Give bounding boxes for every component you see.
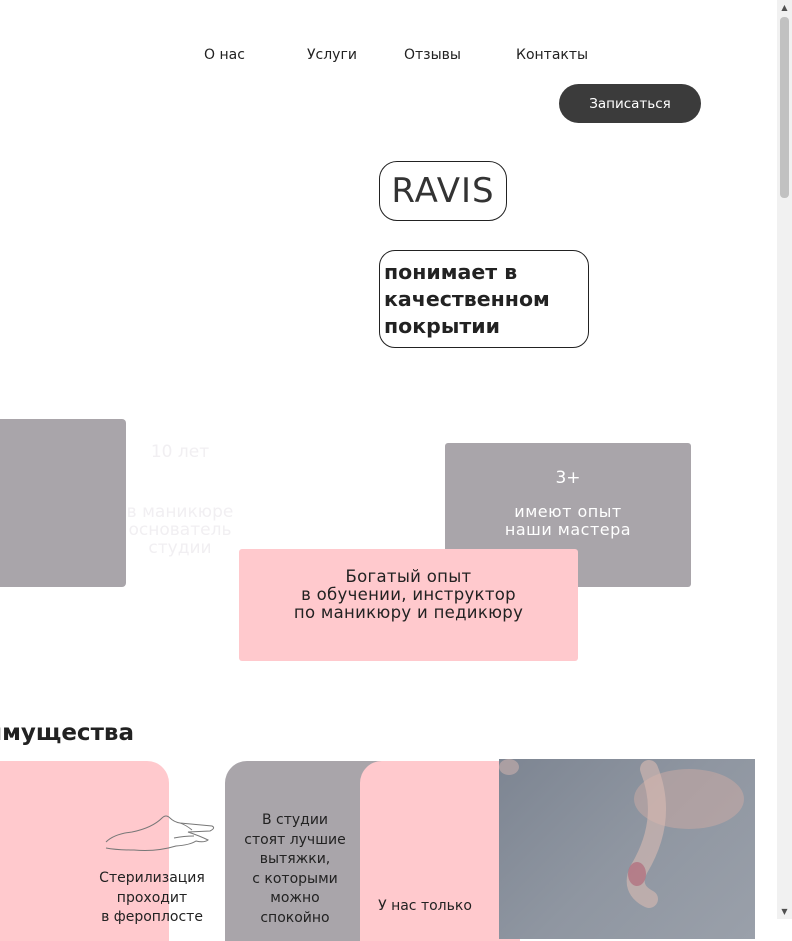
nav-about[interactable]: О нас (204, 47, 245, 63)
card-line: В студии (261, 812, 329, 828)
stat-left-line: основатель (128, 520, 232, 540)
advantages-title: имущества (0, 720, 134, 746)
scroll-down-icon[interactable]: ▼ (777, 904, 792, 919)
experience-line: Богатый опыт (345, 567, 472, 586)
blurred-hand-image (499, 759, 744, 908)
nav-contacts[interactable]: Контакты (516, 47, 588, 63)
scrollbar-thumb[interactable] (780, 17, 789, 198)
hand-line-icon (105, 815, 215, 851)
card-line: с которыми (252, 870, 338, 887)
card-line: спокойно (260, 909, 330, 926)
stat-left-line: студии (148, 538, 212, 558)
stat-left-number: 10 лет (150, 442, 210, 462)
stat-left-line: в маникюре (126, 502, 234, 522)
card-ventilation-text: В студии стоят лучшие вытяжки, с которым… (232, 811, 358, 928)
card-line: Стерилизация (99, 870, 205, 886)
hero-tagline: понимает в качественном покрытии (379, 250, 589, 348)
stat-masters-number: 3+ (555, 468, 581, 488)
card-line: стоят лучшие (244, 831, 346, 848)
card-line: вытяжки, (259, 851, 331, 867)
stat-card-left-bg (0, 419, 126, 587)
hand-photo (499, 759, 755, 939)
scroll-up-icon[interactable]: ▲ (777, 0, 792, 15)
card-line: в фероплосте (101, 909, 203, 925)
experience-line: в обучении, инструктор (301, 585, 516, 604)
card-materials-text: У нас только (366, 897, 484, 917)
nav-reviews[interactable]: Отзывы (404, 47, 461, 63)
experience-line: по маникюру и педикюру (293, 603, 524, 622)
nav-services[interactable]: Услуги (307, 47, 357, 63)
stat-masters-line: наши мастера (504, 520, 632, 539)
card-line: можно (270, 890, 320, 906)
brand-logo: RAVIS (379, 161, 507, 221)
card-line: У нас только (378, 898, 472, 914)
stat-masters-line: имеют опыт (514, 502, 622, 521)
stat-left-text: в маникюре основатель студии (115, 503, 245, 557)
stat-masters-text: имеют опыт наши мастера (445, 503, 691, 539)
card-line: проходит (116, 889, 188, 906)
book-button[interactable]: Записаться (559, 84, 701, 123)
stat-card-experience: Богатый опыт в обучении, инструктор по м… (239, 549, 578, 661)
